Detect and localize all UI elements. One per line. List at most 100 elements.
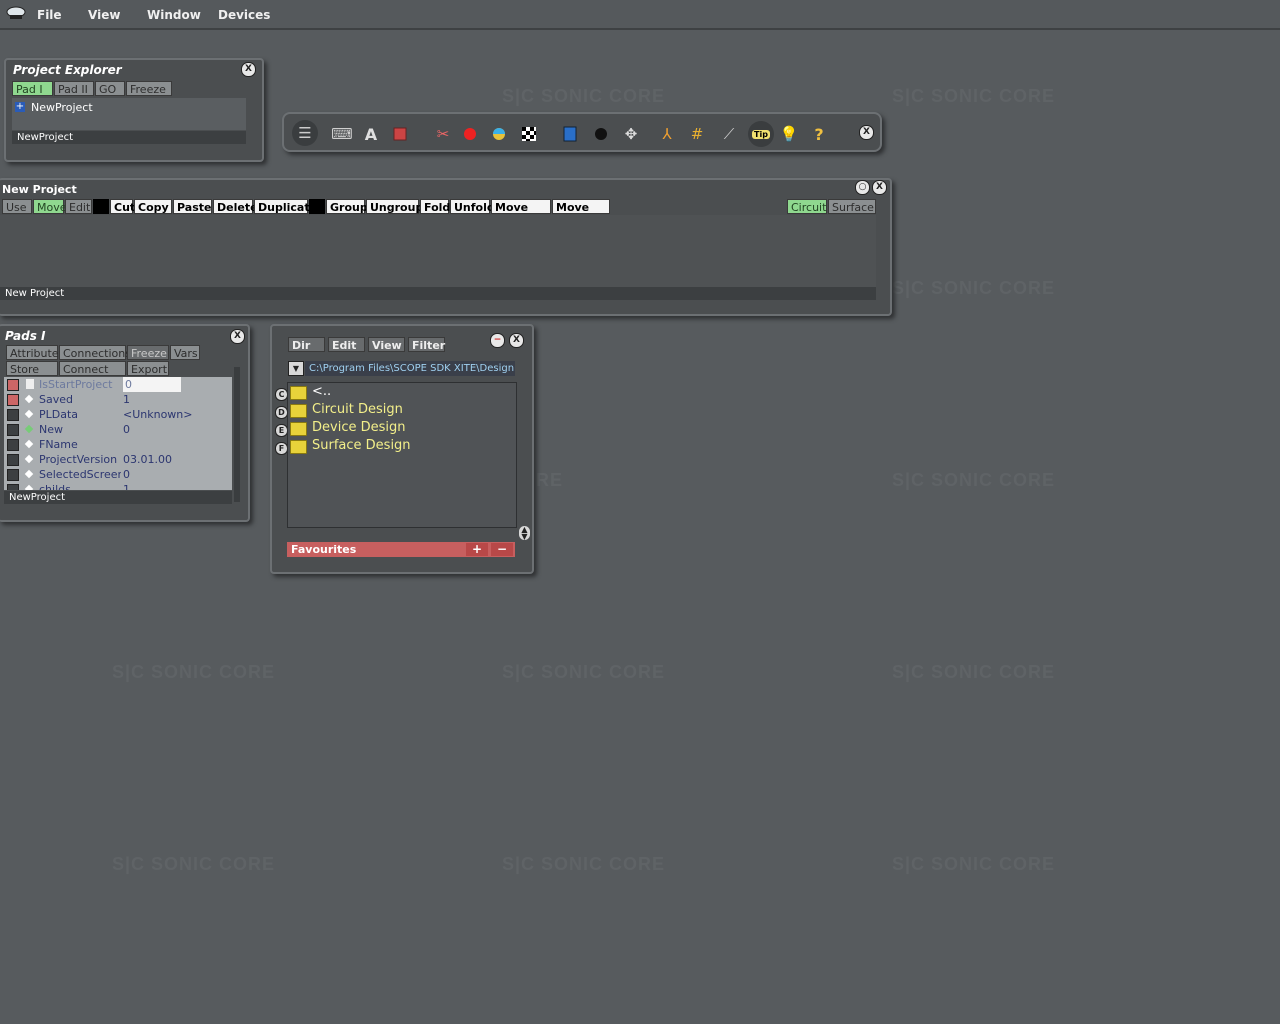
folder-icon <box>290 440 307 454</box>
group-button[interactable]: Group <box>326 199 368 214</box>
chevron-down-icon[interactable]: ▼ <box>288 361 304 376</box>
tab-pad-i[interactable]: Pad I <box>12 81 53 96</box>
keyboard-icon[interactable]: ⌨ <box>331 123 353 145</box>
panel-title: New Project <box>2 183 77 196</box>
new-project-panel: New Project ○ X Use Move Edit Cut Copy P… <box>0 178 892 316</box>
remove-favourite-button[interactable]: − <box>491 543 513 556</box>
panel-title: Project Explorer <box>13 63 122 77</box>
checker-icon[interactable] <box>518 123 540 145</box>
copy-button[interactable]: Copy <box>134 199 172 214</box>
table-row[interactable]: New 0 <box>4 422 230 437</box>
folder-up-icon <box>290 386 307 400</box>
duplicate-button[interactable]: Duplicate <box>254 199 317 214</box>
tab-freeze[interactable]: Freeze <box>126 81 172 96</box>
watermark: S|C SONIC CORE <box>892 278 1056 298</box>
path-field[interactable]: C:\Program Files\SCOPE SDK XITE\Design <box>305 361 515 376</box>
delete-button[interactable]: Delete <box>213 199 258 214</box>
expand-icon[interactable]: + <box>15 102 25 112</box>
tab-connections[interactable]: Connections <box>59 345 131 360</box>
tripod-icon[interactable]: ⅄ <box>656 123 678 145</box>
status-bar: NewProject <box>12 131 246 144</box>
wand-icon[interactable]: ⟋ <box>718 123 740 145</box>
watermark: S|C SONIC CORE <box>892 470 1056 490</box>
color-icon[interactable] <box>488 123 510 145</box>
chip-icon[interactable] <box>389 123 411 145</box>
close-icon[interactable]: X <box>230 329 245 344</box>
project-explorer-panel: Project Explorer X Pad I Pad II GO Freez… <box>4 58 264 162</box>
watermark: S|C SONIC CORE <box>502 854 666 874</box>
table-row[interactable]: PLData <Unknown> <box>4 407 230 422</box>
menu-file[interactable]: File <box>37 8 62 22</box>
menu-bar: File View Window Devices <box>0 0 1280 30</box>
minimize-icon[interactable]: ○ <box>855 180 870 195</box>
close-icon[interactable]: X <box>872 180 887 195</box>
scroll-arrows-icon[interactable]: ▲ ▼ <box>519 526 530 541</box>
move-icon[interactable]: ✥ <box>620 123 642 145</box>
close-icon[interactable]: X <box>859 125 874 140</box>
watermark: S|C SONIC CORE <box>112 662 276 682</box>
menu-devices[interactable]: Devices <box>218 8 270 22</box>
paste-button[interactable]: Paste <box>173 199 212 214</box>
ungroup-button[interactable]: Ungroup <box>366 199 423 214</box>
table-row[interactable]: FName <box>4 437 230 452</box>
move-into-button[interactable]: Move into <box>491 199 551 229</box>
tab-go[interactable]: GO <box>95 81 125 96</box>
fold-button[interactable]: Fold <box>420 199 450 214</box>
table-row[interactable]: ProjectVersion 03.01.00 <box>4 452 230 467</box>
menu-window[interactable]: Window <box>147 8 201 22</box>
add-favourite-button[interactable]: + <box>466 543 488 556</box>
minimize-icon[interactable]: − <box>490 333 505 348</box>
bulb-icon[interactable]: 💡 <box>778 123 800 145</box>
toolbar-panel: ☰ ⌨ A ✂ ✥ ⅄ # ⟋ Tip 💡 ? X <box>282 112 882 152</box>
move-button[interactable]: Move <box>33 199 67 214</box>
watermark: S|C SONIC CORE <box>892 854 1056 874</box>
cut-button[interactable]: Cut <box>110 199 135 214</box>
project-tree: + NewProject <box>12 98 246 130</box>
unfold-button[interactable]: Unfold <box>450 199 495 214</box>
tab-vars[interactable]: Vars <box>170 345 200 360</box>
menu-filter[interactable]: Filter <box>408 337 445 352</box>
tab-attributes[interactable]: Attributes <box>6 345 64 360</box>
circuit-button[interactable]: Circuit <box>787 199 827 214</box>
close-icon[interactable]: X <box>509 333 524 348</box>
use-button[interactable]: Use <box>2 199 32 214</box>
black-dot-icon[interactable] <box>590 123 612 145</box>
surface-button[interactable]: Surface <box>828 199 876 214</box>
attribute-table: IsStartProject 0 Saved 1 PLData <Unknown> N… <box>4 377 232 490</box>
watermark: S|C SONIC CORE <box>502 662 666 682</box>
text-icon[interactable]: A <box>360 123 382 145</box>
app-logo-icon[interactable] <box>6 5 26 23</box>
table-row[interactable]: childs 1 <box>4 482 230 490</box>
menu-view[interactable]: View <box>368 337 405 352</box>
edit-button[interactable]: Edit <box>65 199 92 214</box>
menu-dir[interactable]: Dir <box>288 337 325 352</box>
close-icon[interactable]: X <box>241 62 256 77</box>
tab-freeze[interactable]: Freeze <box>127 345 169 360</box>
tab-store[interactable]: Store <box>6 361 58 376</box>
list-icon[interactable]: ☰ <box>292 120 318 146</box>
table-row[interactable]: IsStartProject 0 <box>4 377 230 392</box>
tab-export[interactable]: Export <box>127 361 169 376</box>
circuit-canvas[interactable] <box>0 215 876 287</box>
table-row[interactable]: Saved 1 <box>4 392 230 407</box>
tip-icon[interactable]: Tip <box>748 121 774 147</box>
watermark: S|C SONIC CORE <box>892 86 1056 106</box>
table-row[interactable]: SelectedScreenS0 <box>4 467 230 482</box>
folder-icon <box>290 422 307 436</box>
watermark: S|C SONIC CORE <box>892 662 1056 682</box>
panel-title: Pads I <box>5 329 46 343</box>
tree-item-newproject[interactable]: NewProject <box>31 101 93 114</box>
tab-pad-ii[interactable]: Pad II <box>54 81 94 96</box>
tab-connect[interactable]: Connect <box>59 361 126 376</box>
move-out-button[interactable]: Move out <box>552 199 610 229</box>
wrench-icon[interactable]: ✂ <box>432 123 454 145</box>
folder-icon <box>290 404 307 418</box>
scrollbar[interactable] <box>234 367 240 502</box>
book-icon[interactable] <box>559 123 581 145</box>
status-bar: New Project <box>0 287 876 300</box>
help-icon[interactable]: ? <box>808 123 830 145</box>
menu-edit[interactable]: Edit <box>328 337 365 352</box>
grid-icon[interactable]: # <box>686 123 708 145</box>
menu-view[interactable]: View <box>88 8 120 22</box>
record-icon[interactable] <box>459 123 481 145</box>
